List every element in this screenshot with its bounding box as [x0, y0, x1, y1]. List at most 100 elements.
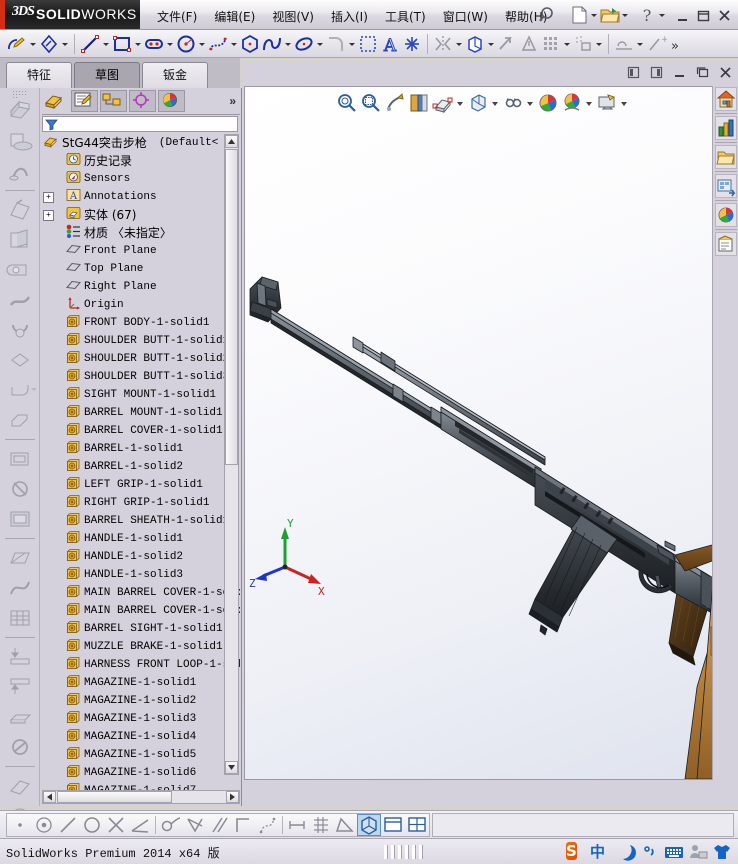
feature-manager-more-tabs[interactable]: » — [229, 94, 236, 108]
design-tree-item[interactable]: SIGHT MOUNT-1-solid1 — [42, 386, 240, 404]
design-tree-item[interactable]: BARREL-1-solid1 — [42, 440, 240, 458]
custom-properties-icon[interactable] — [714, 232, 737, 256]
circle-icon[interactable] — [175, 32, 197, 56]
dimxpert-manager-tab[interactable] — [129, 90, 156, 112]
menu-file[interactable]: 文件(F) — [150, 6, 204, 27]
tab-features[interactable]: 特征 — [6, 62, 72, 88]
menu-view[interactable]: 视图(V) — [265, 6, 321, 27]
sketch-pattern-icon[interactable] — [540, 32, 562, 56]
line-relation-icon[interactable] — [56, 814, 80, 836]
stg44-rifle-model[interactable]: Y X Z — [245, 87, 727, 779]
rib-icon[interactable] — [3, 444, 37, 474]
open-folder-icon[interactable] — [599, 4, 621, 26]
mirror-entities-icon[interactable] — [432, 32, 454, 56]
point-icon[interactable] — [401, 32, 423, 56]
soft-keyboard-icon[interactable] — [662, 841, 686, 863]
tree-scroll-down-button[interactable] — [225, 761, 238, 774]
spline-icon[interactable] — [207, 32, 229, 56]
chamfer-icon[interactable] — [3, 405, 37, 435]
revolved-cut-icon[interactable] — [3, 315, 37, 345]
polygon-icon[interactable] — [239, 32, 261, 56]
move-copy-bodies-icon[interactable] — [3, 702, 37, 732]
sketch-icon[interactable] — [6, 32, 28, 56]
menu-tools[interactable]: 工具(T) — [378, 6, 433, 27]
move-face-icon[interactable] — [3, 771, 37, 801]
help-question-icon[interactable]: ? — [636, 4, 658, 26]
new-document-icon[interactable] — [568, 4, 590, 26]
property-manager-tab[interactable] — [71, 90, 98, 112]
hole-wizard-icon[interactable] — [3, 255, 37, 285]
graphics-close-button[interactable] — [717, 65, 734, 80]
intersection-relation-icon[interactable] — [104, 814, 128, 836]
reference-geometry-icon[interactable] — [3, 543, 37, 573]
angle-relation-icon[interactable] — [128, 814, 152, 836]
sogou-logo-icon[interactable]: S — [566, 841, 590, 863]
design-tree-item[interactable]: RIGHT GRIP-1-solid1 — [42, 494, 240, 512]
extruded-boss-icon[interactable] — [3, 96, 37, 126]
toolbar-overflow-icon[interactable]: » — [667, 32, 689, 56]
draft-icon[interactable] — [3, 474, 37, 504]
line-dropdown-caret[interactable] — [101, 32, 111, 56]
design-tree-item[interactable]: FRONT BODY-1-solid1 — [42, 314, 240, 332]
linear-pattern-icon[interactable] — [464, 32, 486, 56]
restore-button[interactable] — [694, 7, 713, 24]
tree-scrollbar-thumb[interactable] — [225, 149, 238, 465]
featuremanager-design-tree-tab[interactable] — [42, 90, 69, 112]
tree-scroll-right-button[interactable] — [226, 791, 239, 803]
tangent-relation-icon[interactable] — [159, 814, 183, 836]
configuration-manager-tab[interactable] — [100, 90, 127, 112]
design-tree-item[interactable]: SHOULDER BUTT-1-solid3 — [42, 368, 240, 386]
split-icon[interactable] — [3, 672, 37, 702]
parallel-relation-icon[interactable] — [207, 814, 231, 836]
single-view-icon[interactable] — [381, 814, 405, 836]
search-options-icon[interactable] — [714, 174, 737, 198]
rectangle-icon[interactable] — [111, 32, 133, 56]
swept-cut-icon[interactable] — [3, 285, 37, 315]
design-tree-item[interactable]: 材质 〈未指定〉 — [42, 224, 240, 242]
rapid-sketch-icon[interactable]: + — [645, 32, 667, 56]
design-tree-item[interactable]: MAGAZINE-1-solid4 — [42, 728, 240, 746]
design-tree-item[interactable]: MAGAZINE-1-solid2 — [42, 692, 240, 710]
fillet-dropdown-caret[interactable] — [30, 388, 37, 391]
quick-snaps-icon[interactable] — [613, 32, 635, 56]
fillet-dropdown-caret[interactable] — [347, 32, 357, 56]
tab-sheetmetal[interactable]: 钣金 — [142, 62, 208, 88]
user-icon[interactable] — [686, 841, 710, 863]
help-dropdown-caret[interactable] — [658, 4, 667, 26]
swept-boss-icon[interactable] — [3, 156, 37, 186]
revolved-boss-icon[interactable] — [3, 126, 37, 156]
circle-dropdown-caret[interactable] — [197, 32, 207, 56]
design-tree-root[interactable]: StG44突击步枪 (Default< — [42, 134, 240, 152]
design-tree-item[interactable]: HANDLE-1-solid3 — [42, 566, 240, 584]
circle-relation-icon[interactable] — [80, 814, 104, 836]
design-tree-item[interactable]: Sensors — [42, 170, 240, 188]
four-view-icon[interactable] — [405, 814, 429, 836]
design-tree-item[interactable]: MAIN BARREL COVER-1-sol: — [42, 602, 240, 620]
design-tree-item[interactable]: BARREL MOUNT-1-solid1 — [42, 404, 240, 422]
design-library-icon[interactable] — [714, 116, 737, 140]
menu-edit[interactable]: 编辑(E) — [207, 6, 262, 27]
graphics-minimize-button[interactable] — [671, 65, 688, 80]
restore-down-right-icon[interactable] — [648, 65, 665, 80]
design-tree-item[interactable]: MUZZLE BRAKE-1-solid1 — [42, 638, 240, 656]
design-tree-item[interactable]: MAGAZINE-1-solid3 — [42, 710, 240, 728]
restore-down-left-icon[interactable] — [625, 65, 642, 80]
design-tree-item[interactable]: BARREL-1-solid2 — [42, 458, 240, 476]
line-icon[interactable] — [79, 32, 101, 56]
repair-dropdown-caret[interactable] — [594, 32, 604, 56]
design-tree-item[interactable]: HANDLE-1-solid2 — [42, 548, 240, 566]
design-tree-item[interactable]: Front Plane — [42, 242, 240, 260]
design-tree-item[interactable]: Origin — [42, 296, 240, 314]
rectangle-dropdown-caret[interactable] — [133, 32, 143, 56]
construction-geometry-icon[interactable] — [255, 814, 279, 836]
design-tree-item[interactable]: HARNESS FRONT LOOP-1-sol — [42, 656, 240, 674]
sketch-dropdown-caret[interactable] — [28, 32, 38, 56]
dimension-dropdown-caret[interactable] — [60, 32, 70, 56]
design-tree-item[interactable]: 历史记录 — [42, 152, 240, 170]
design-tree-item[interactable]: SHOULDER BUTT-1-solid2 — [42, 350, 240, 368]
design-tree-item[interactable]: MAGAZINE-1-solid1 — [42, 674, 240, 692]
ellipse-icon[interactable] — [293, 32, 315, 56]
spline-dropdown-caret[interactable] — [229, 32, 239, 56]
sketch-pattern-dropdown-caret[interactable] — [562, 32, 572, 56]
move-entities-icon[interactable] — [496, 32, 518, 56]
